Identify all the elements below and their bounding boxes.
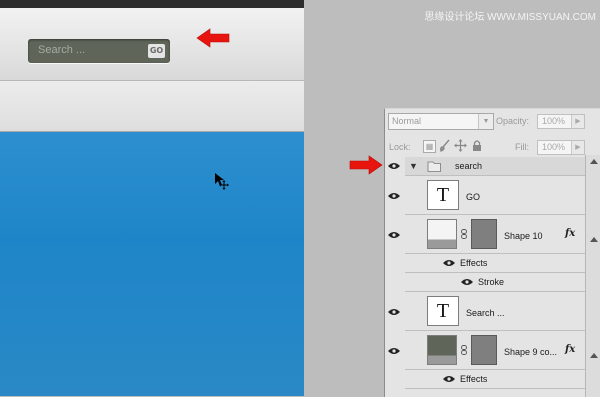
eye-icon[interactable] bbox=[461, 278, 473, 286]
folder-icon bbox=[427, 161, 441, 172]
canvas-area: Search ... GO bbox=[0, 0, 304, 396]
vector-mask-thumb bbox=[471, 335, 497, 365]
collapse-effects-icon[interactable] bbox=[588, 351, 600, 361]
blue-content-area bbox=[0, 132, 304, 396]
opacity-label: Opacity: bbox=[496, 116, 530, 126]
watermark: 思缘设计论坛 WWW.MISSYUAN.COM bbox=[424, 12, 596, 23]
lock-brush-icon[interactable] bbox=[439, 139, 451, 152]
fill-field[interactable]: 100% ▶ bbox=[537, 140, 585, 155]
collapse-effects-icon[interactable] bbox=[588, 235, 600, 245]
eye-icon[interactable] bbox=[388, 192, 400, 200]
nav-bar-area bbox=[0, 81, 304, 132]
layers-scrollbar[interactable] bbox=[585, 155, 600, 397]
layer-name: GO bbox=[466, 192, 481, 202]
effects-row[interactable]: Effects bbox=[405, 370, 585, 389]
header-area: Search ... GO bbox=[0, 8, 304, 81]
lock-label: Lock: bbox=[389, 142, 411, 152]
blend-mode-value: Normal bbox=[392, 116, 422, 126]
text-layer-thumb: T bbox=[427, 296, 459, 326]
blend-mode-select[interactable]: Normal ▼ bbox=[388, 113, 494, 130]
eye-icon[interactable] bbox=[388, 308, 400, 316]
scroll-up-icon[interactable] bbox=[586, 155, 600, 169]
opacity-field[interactable]: 100% ▶ bbox=[537, 114, 585, 129]
layer-group-search[interactable]: ▼ search bbox=[405, 157, 585, 176]
layer-row-go[interactable]: T GO bbox=[405, 176, 585, 215]
effects-label: Effects bbox=[460, 258, 488, 268]
red-arrow-icon bbox=[349, 155, 383, 175]
eye-icon[interactable] bbox=[388, 162, 400, 170]
effects-label: Effects bbox=[460, 374, 488, 384]
eye-icon[interactable] bbox=[443, 259, 455, 267]
stroke-effect-row[interactable]: Stroke bbox=[405, 273, 585, 292]
vector-mask-thumb bbox=[471, 219, 497, 249]
text-layer-thumb: T bbox=[427, 180, 459, 210]
shape-layer-thumb bbox=[427, 335, 457, 365]
layer-row-search-text[interactable]: T Search ... bbox=[405, 292, 585, 331]
layer-list: ▼ search T GO Shape 10 fx Effects Stroke… bbox=[385, 155, 600, 397]
search-placeholder: Search ... bbox=[38, 44, 86, 56]
fx-icon[interactable]: fx bbox=[565, 228, 575, 239]
fill-label: Fill: bbox=[515, 142, 529, 152]
shape-layer-thumb bbox=[427, 219, 457, 249]
lock-all-icon[interactable] bbox=[472, 139, 482, 152]
search-box[interactable]: Search ... GO bbox=[28, 39, 170, 63]
expand-triangle-icon[interactable]: ▼ bbox=[409, 161, 418, 171]
fx-icon[interactable]: fx bbox=[565, 344, 575, 355]
chain-icon bbox=[461, 229, 467, 239]
go-button[interactable]: GO bbox=[148, 44, 165, 58]
top-strip bbox=[0, 0, 304, 8]
layer-row-shape-9-copy[interactable]: Shape 9 co... fx bbox=[405, 331, 585, 370]
chain-icon bbox=[461, 345, 467, 355]
fill-value: 100% bbox=[542, 142, 566, 152]
layer-name: Shape 9 co... bbox=[504, 347, 558, 357]
chevron-down-icon: ▼ bbox=[478, 114, 493, 129]
lock-move-icon[interactable] bbox=[454, 139, 467, 152]
eye-icon[interactable] bbox=[388, 347, 400, 355]
group-name: search bbox=[455, 161, 483, 171]
red-arrow-icon bbox=[196, 28, 230, 48]
chevron-right-icon: ▶ bbox=[571, 141, 584, 154]
eye-icon[interactable] bbox=[388, 231, 400, 239]
stroke-effect-label: Stroke bbox=[478, 277, 505, 287]
chevron-down-icon: ▶ bbox=[571, 115, 584, 128]
eye-icon[interactable] bbox=[443, 375, 455, 383]
move-cursor-icon bbox=[215, 173, 229, 190]
layer-name: Search ... bbox=[466, 308, 505, 318]
layer-name: Shape 10 bbox=[504, 231, 543, 241]
layer-row-shape-10[interactable]: Shape 10 fx bbox=[405, 215, 585, 254]
effects-row[interactable]: Effects bbox=[405, 254, 585, 273]
layers-panel: Normal ▼ Opacity: 100% ▶ Lock: ▦ Fill: 1… bbox=[384, 108, 600, 397]
lock-transparent-icon[interactable]: ▦ bbox=[423, 140, 436, 153]
opacity-value: 100% bbox=[542, 116, 566, 126]
